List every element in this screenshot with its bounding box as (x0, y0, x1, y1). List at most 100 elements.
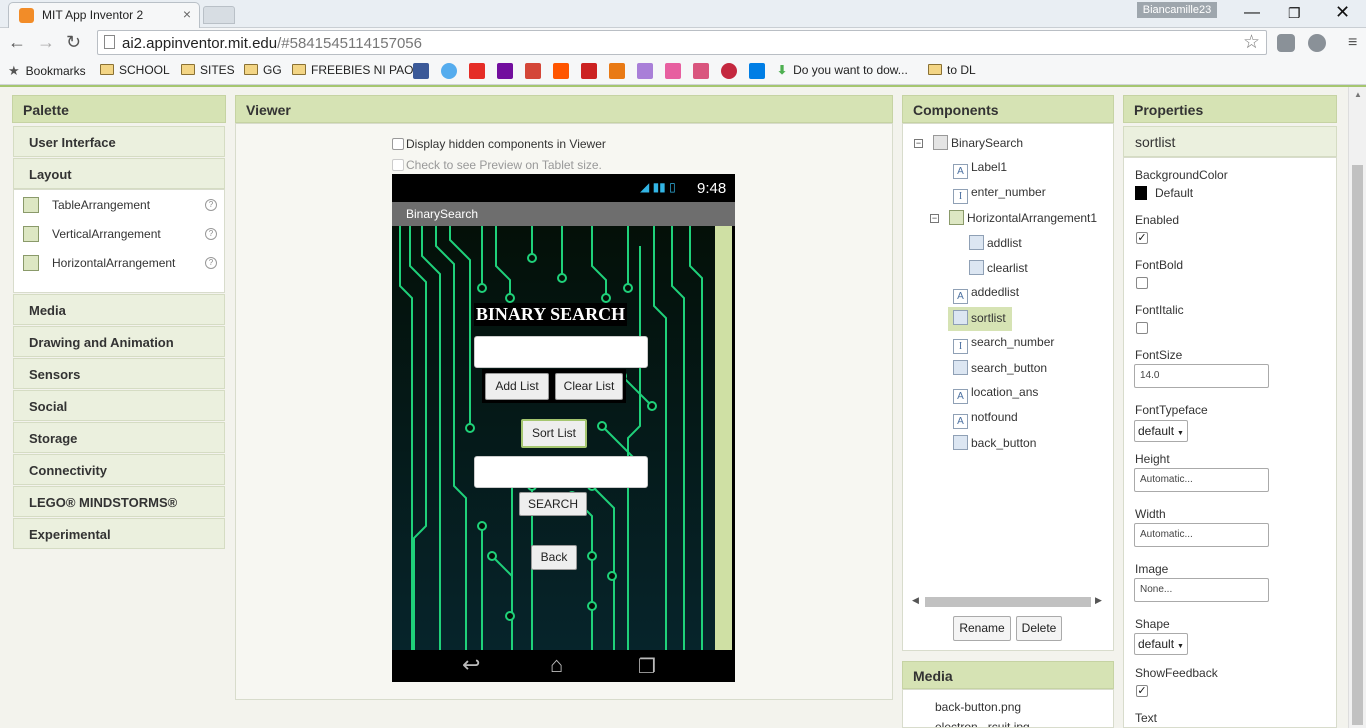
youtube-icon[interactable] (469, 63, 485, 79)
restore-icon[interactable]: ❐ (1288, 5, 1301, 22)
scroll-right-icon[interactable]: ▶ (1095, 595, 1102, 606)
tree-item-search-button[interactable]: search_button (953, 360, 1047, 382)
address-bar[interactable]: ai2.appinventor.mit.edu/#584154511415705… (97, 30, 1267, 55)
media-file[interactable]: electron...rcuit.jpg (935, 720, 1030, 727)
back-arrow-icon[interactable]: ← (8, 32, 26, 53)
tree-item-back-button[interactable]: back_button (953, 435, 1036, 457)
tree-item-enter-number[interactable]: Ienter_number (953, 185, 1046, 207)
components-hscrollbar[interactable]: ◀ ▶ (912, 595, 1104, 609)
palette-category-sensors[interactable]: Sensors (13, 358, 225, 389)
tablet-preview-toggle[interactable]: Check to see Preview on Tablet size. (392, 158, 602, 172)
bookmark-star-icon[interactable]: ☆ (1243, 31, 1260, 54)
profile-badge[interactable]: Biancamille23 (1137, 2, 1217, 18)
palette-category-connectivity[interactable]: Connectivity (13, 454, 225, 485)
new-tab-button[interactable] (203, 6, 235, 24)
tab-close-icon[interactable]: × (183, 6, 191, 22)
screen-scrollbar[interactable] (715, 226, 732, 650)
minimize-icon[interactable]: — (1244, 4, 1260, 22)
prop-shape-select[interactable]: default ▼ (1134, 633, 1188, 655)
palette-item-horizontalarrangement[interactable]: HorizontalArrangement ? (13, 248, 225, 277)
rename-button[interactable]: Rename (953, 616, 1011, 641)
palette-category-experimental[interactable]: Experimental (13, 518, 225, 549)
tree-item-label1[interactable]: A Label1 (953, 160, 1007, 182)
help-icon[interactable]: ? (205, 199, 217, 211)
prop-enabled-checkbox[interactable]: ✓ (1136, 232, 1148, 244)
prop-backgroundcolor-picker[interactable]: Default (1135, 186, 1193, 200)
palette-category-lego[interactable]: LEGO® MINDSTORMS® (13, 486, 225, 517)
help-icon[interactable]: ? (205, 228, 217, 240)
prop-width-input[interactable]: Automatic... (1134, 523, 1269, 547)
dropbox-icon[interactable] (749, 63, 765, 79)
bookmark-sites[interactable]: SITES (181, 63, 235, 77)
bookmark-icon[interactable] (693, 63, 709, 79)
palette-item-verticalarrangement[interactable]: VerticalArrangement ? (13, 219, 225, 248)
clear-list-button[interactable]: Clear List (555, 373, 623, 400)
bookmark-icon[interactable] (665, 63, 681, 79)
page-scroll-thumb[interactable] (1352, 165, 1363, 725)
tablet-preview-checkbox[interactable] (392, 159, 404, 171)
prop-fontbold-checkbox[interactable] (1136, 277, 1148, 289)
scroll-up-icon[interactable]: ▲ (1354, 90, 1362, 99)
tree-item-addedlist[interactable]: Aaddedlist (953, 285, 1019, 307)
palette-category-social[interactable]: Social (13, 390, 225, 421)
tree-item-horizontalarrangement1[interactable]: − HorizontalArrangement1 (930, 210, 1097, 232)
prop-fontsize-input[interactable]: 14.0 (1134, 364, 1269, 388)
palette-category-storage[interactable]: Storage (13, 422, 225, 453)
sort-list-button[interactable]: Sort List (521, 419, 587, 448)
bookmarks-star[interactable]: ★ Bookmarks (8, 63, 86, 79)
twitter-icon[interactable] (441, 63, 457, 79)
window-close-icon[interactable]: ✕ (1335, 2, 1350, 23)
enter-number-textbox[interactable] (474, 336, 648, 368)
search-number-textbox[interactable] (474, 456, 648, 488)
bookmark-icon[interactable] (637, 63, 653, 79)
scroll-thumb[interactable] (925, 597, 1091, 607)
display-hidden-toggle[interactable]: Display hidden components in Viewer (392, 137, 606, 151)
prop-showfeedback-checkbox[interactable]: ✓ (1136, 685, 1148, 697)
tree-root[interactable]: − BinarySearch (914, 135, 1023, 157)
extension-icon[interactable] (1277, 34, 1295, 52)
bookmark-freebies[interactable]: FREEBIES NI PAO (292, 63, 413, 77)
tree-item-notfound[interactable]: Anotfound (953, 410, 1018, 432)
bookmark-icon[interactable] (721, 63, 737, 79)
page-scrollbar[interactable]: ▲ (1348, 87, 1366, 728)
reload-icon[interactable]: ↻ (66, 32, 81, 53)
browser-tab[interactable]: MIT App Inventor 2 × (8, 2, 200, 28)
add-list-button[interactable]: Add List (485, 373, 549, 400)
facebook-icon[interactable] (413, 63, 429, 79)
tree-item-location-ans[interactable]: Alocation_ans (953, 385, 1038, 407)
collapse-icon[interactable]: − (930, 214, 939, 223)
bookmark-icon[interactable] (609, 63, 625, 79)
tree-item-addlist[interactable]: addlist (969, 235, 1022, 257)
palette-category-drawing[interactable]: Drawing and Animation (13, 326, 225, 357)
tree-item-sortlist-selected[interactable]: sortlist (948, 307, 1012, 331)
menu-icon[interactable]: ≡ (1348, 34, 1357, 52)
prop-fonttypeface-select[interactable]: default ▼ (1134, 420, 1188, 442)
collapse-icon[interactable]: − (914, 139, 923, 148)
media-file[interactable]: back-button.png (935, 700, 1021, 714)
help-icon[interactable]: ? (205, 257, 217, 269)
back-button[interactable]: Back (531, 545, 577, 570)
bookmark-school[interactable]: SCHOOL (100, 63, 170, 77)
delete-button[interactable]: Delete (1016, 616, 1062, 641)
prop-fontitalic-checkbox[interactable] (1136, 322, 1148, 334)
palette-category-user-interface[interactable]: User Interface (13, 126, 225, 157)
soundcloud-icon[interactable] (553, 63, 569, 79)
bookmark-to-dl[interactable]: to DL (928, 63, 976, 77)
tree-item-search-number[interactable]: Isearch_number (953, 335, 1054, 357)
search-button[interactable]: SEARCH (519, 492, 587, 516)
display-hidden-checkbox[interactable] (392, 138, 404, 150)
palette-item-tablearrangement[interactable]: TableArrangement ? (13, 190, 225, 219)
scroll-left-icon[interactable]: ◀ (912, 595, 919, 606)
yahoo-mail-icon[interactable] (497, 63, 513, 79)
prop-height-input[interactable]: Automatic... (1134, 468, 1269, 492)
palette-category-layout[interactable]: Layout (13, 158, 225, 189)
forward-arrow-icon[interactable]: → (37, 32, 55, 53)
prop-image-input[interactable]: None... (1134, 578, 1269, 602)
gmail-icon[interactable] (525, 63, 541, 79)
palette-category-media[interactable]: Media (13, 294, 225, 325)
tree-item-clearlist[interactable]: clearlist (969, 260, 1028, 282)
bookmark-icon[interactable] (581, 63, 597, 79)
bookmark-download[interactable]: ⬇ Do you want to dow... (777, 63, 908, 77)
bookmark-gg[interactable]: GG (244, 63, 282, 77)
extension-icon[interactable] (1308, 34, 1326, 52)
